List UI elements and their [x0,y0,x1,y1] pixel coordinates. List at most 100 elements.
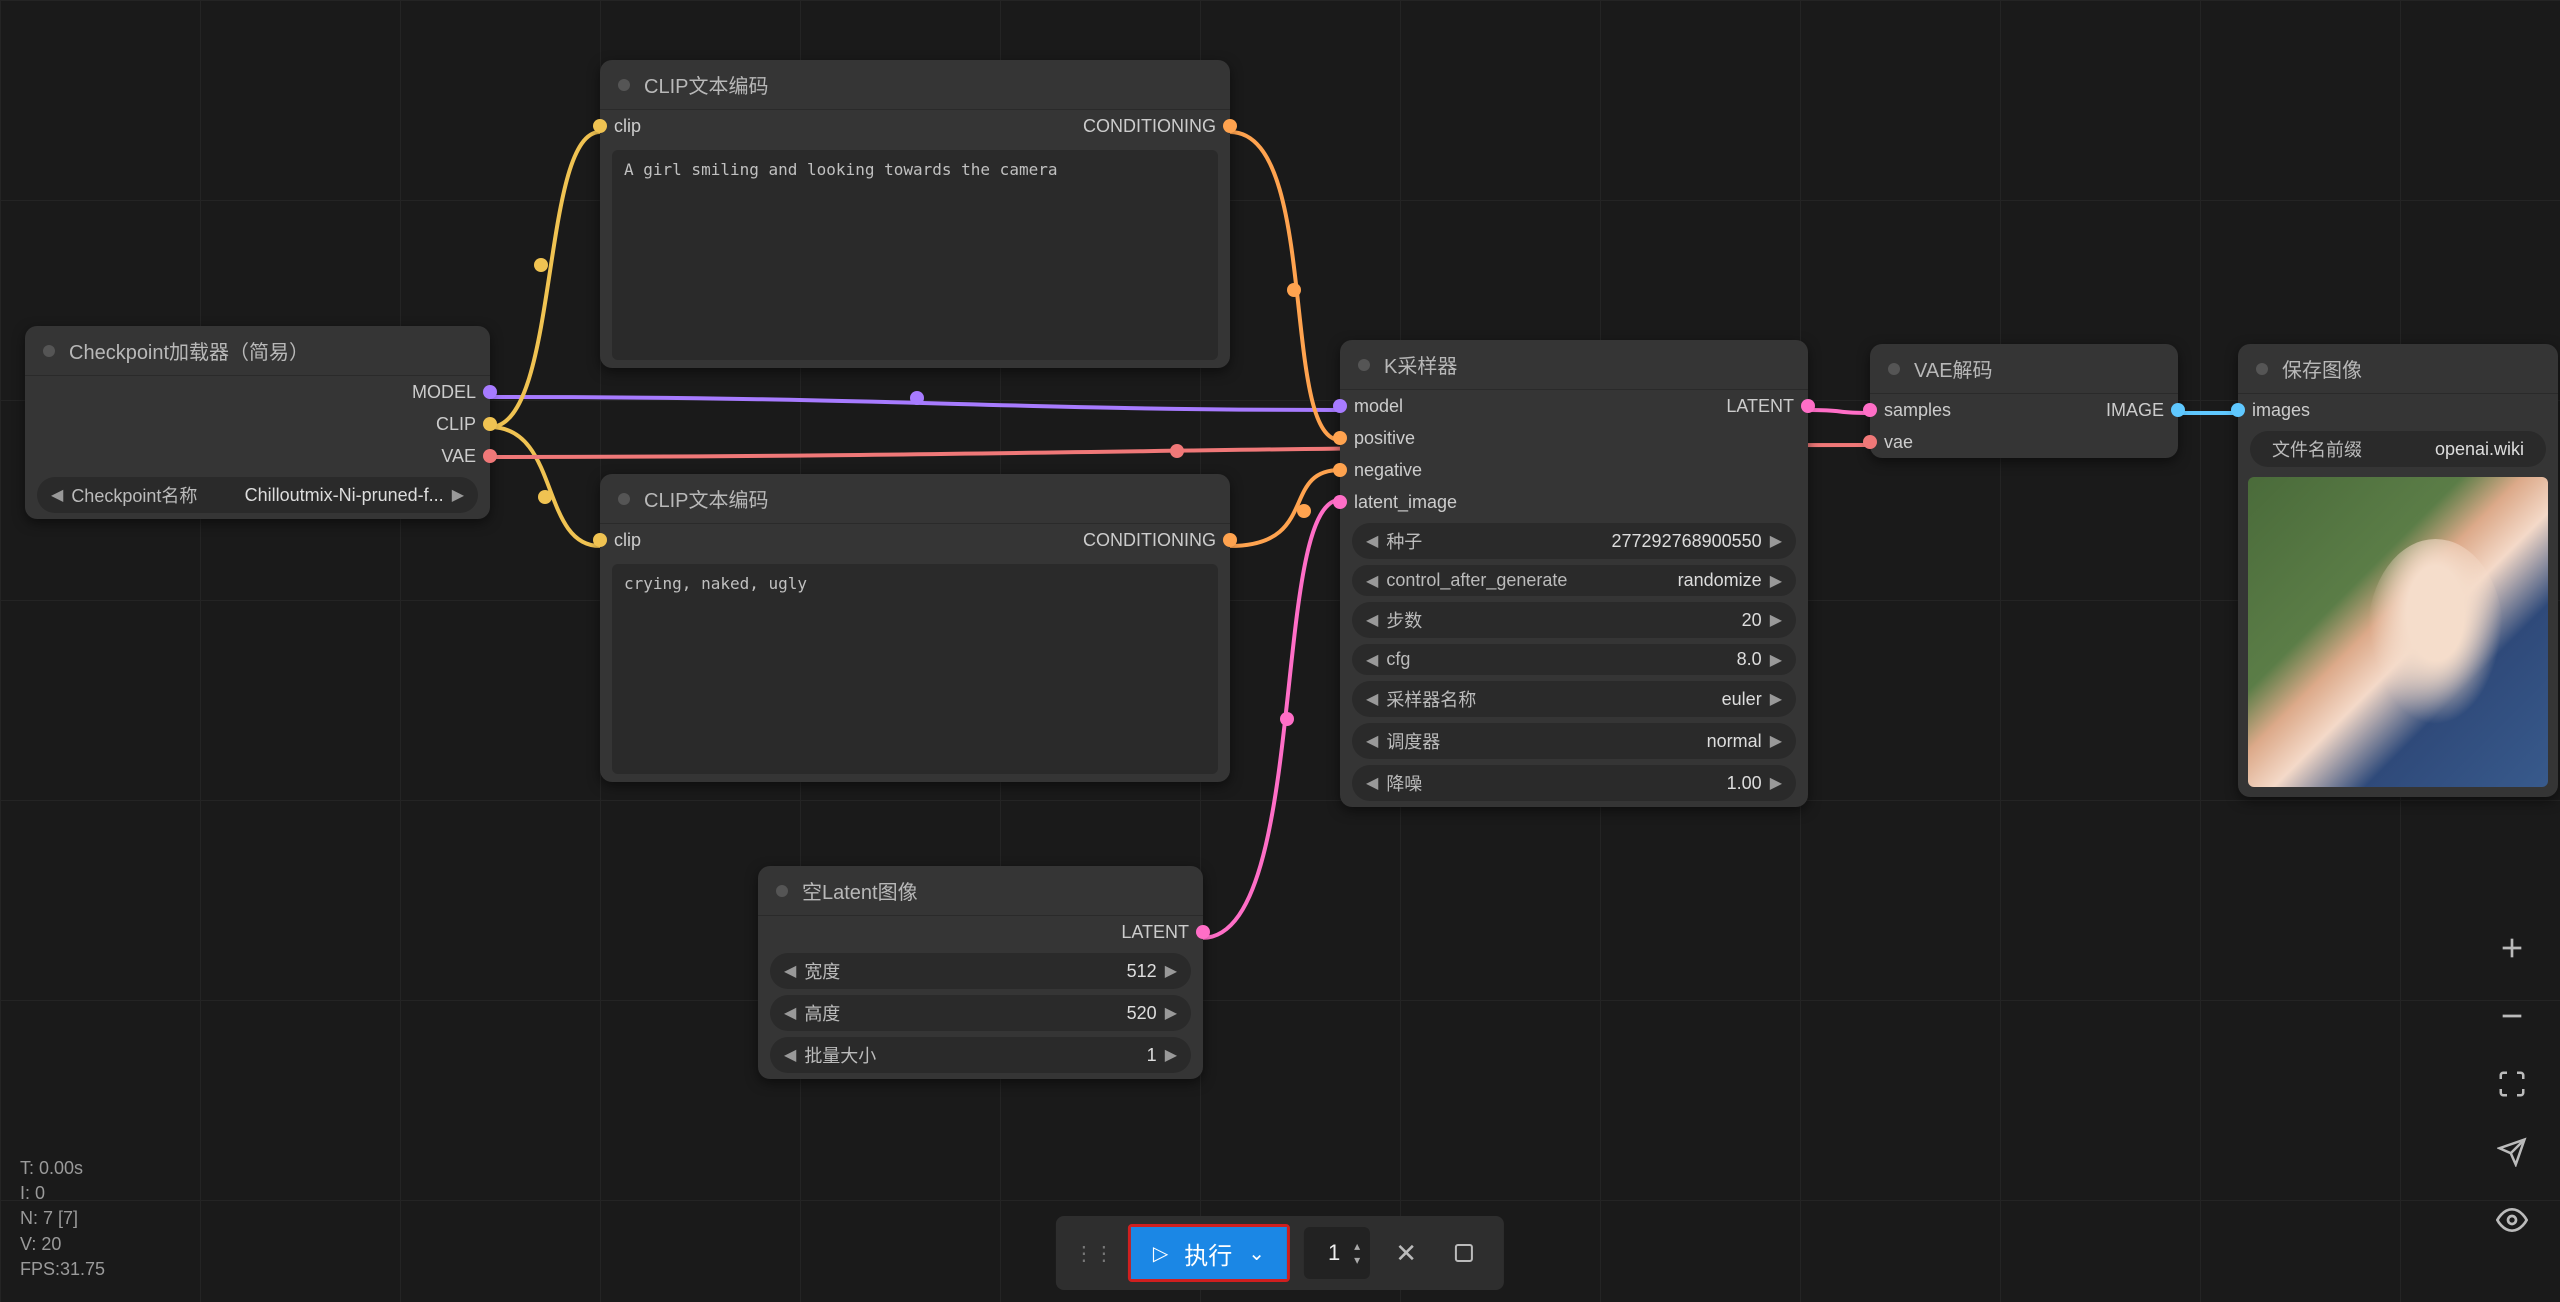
input-latent-image[interactable]: latent_image [1340,486,1808,518]
arrow-left-icon[interactable]: ◀ [1366,610,1378,630]
arrow-left-icon[interactable]: ◀ [51,485,63,505]
port-in-samples[interactable] [1863,403,1877,417]
widget-filename-prefix[interactable]: 文件名前缀 openai.wiki [2250,431,2546,467]
widget-value: 8.0 [1418,649,1761,670]
node-header[interactable]: 空Latent图像 [758,866,1203,916]
arrow-left-icon[interactable]: ◀ [1366,731,1378,751]
port-out-vae[interactable] [483,449,497,463]
toggle-visibility-button[interactable] [2490,1198,2534,1242]
port-out-latent[interactable] [1801,399,1815,413]
port-in-images[interactable] [2231,403,2245,417]
widget-checkpoint-name[interactable]: ◀ Checkpoint名称 Chilloutmix-Ni-pruned-f..… [37,477,478,513]
fit-view-button[interactable] [2490,1062,2534,1106]
arrow-right-icon[interactable]: ▶ [1770,610,1782,630]
drag-handle-icon[interactable]: ⋮⋮ [1074,1241,1114,1266]
node-header[interactable]: CLIP文本编码 [600,474,1230,524]
arrow-right-icon[interactable]: ▶ [1165,1045,1177,1065]
port-in-clip[interactable] [593,119,607,133]
port-out-image[interactable] [2171,403,2185,417]
arrow-right-icon[interactable]: ▶ [452,485,464,505]
node-canvas[interactable]: Checkpoint加载器（简易） MODEL CLIP VAE ◀ Check… [0,0,2560,1302]
input-vae[interactable]: vae [1870,426,2178,458]
node-save-image[interactable]: 保存图像 images 文件名前缀 openai.wiki [2238,344,2558,797]
arrow-left-icon[interactable]: ◀ [1366,773,1378,793]
decrement-icon[interactable]: ▾ [1354,1253,1360,1267]
input-images[interactable]: images [2238,394,2558,426]
widget-width[interactable]: ◀ 宽度 512 ▶ [770,953,1191,989]
arrow-left-icon[interactable]: ◀ [784,1003,796,1023]
cancel-button[interactable]: ✕ [1384,1231,1428,1275]
port-in-negative[interactable] [1333,463,1347,477]
port-out-model[interactable] [483,385,497,399]
arrow-left-icon[interactable]: ◀ [784,961,796,981]
prompt-textarea[interactable]: crying, naked, ugly [612,564,1218,774]
widget-seed[interactable]: ◀种子277292768900550▶ [1352,523,1796,559]
arrow-left-icon[interactable]: ◀ [1366,689,1378,709]
output-preview-image[interactable] [2248,477,2548,787]
widget-batch-size[interactable]: ◀ 批量大小 1 ▶ [770,1037,1191,1073]
chevron-down-icon[interactable]: ⌄ [1248,1241,1265,1266]
input-negative[interactable]: negative [1340,454,1808,486]
stop-button[interactable] [1442,1231,1486,1275]
port-in-latent-image[interactable] [1333,495,1347,509]
node-header[interactable]: Checkpoint加载器（简易） [25,326,490,376]
widget-label: Checkpoint名称 [71,482,197,508]
arrow-right-icon[interactable]: ▶ [1770,773,1782,793]
port-out-latent[interactable] [1196,925,1210,939]
arrow-right-icon[interactable]: ▶ [1165,961,1177,981]
run-button[interactable]: ▷ 执行 ⌄ [1131,1227,1287,1279]
arrow-right-icon[interactable]: ▶ [1770,571,1782,591]
stat-nodes: N: 7 [7] [20,1206,105,1231]
arrow-left-icon[interactable]: ◀ [1366,650,1378,670]
widget-height[interactable]: ◀ 高度 520 ▶ [770,995,1191,1031]
port-in-clip[interactable] [593,533,607,547]
locate-button[interactable] [2490,1130,2534,1174]
arrow-left-icon[interactable]: ◀ [1366,531,1378,551]
port-in-positive[interactable] [1333,431,1347,445]
widget-sampler-name[interactable]: ◀采样器名称euler▶ [1352,681,1796,717]
node-title: 保存图像 [2282,354,2362,383]
arrow-right-icon[interactable]: ▶ [1770,689,1782,709]
input-positive[interactable]: positive [1340,422,1808,454]
arrow-left-icon[interactable]: ◀ [784,1045,796,1065]
output-clip[interactable]: CLIP [25,408,490,440]
node-clip-text-encode-positive[interactable]: CLIP文本编码 clip CONDITIONING A girl smilin… [600,60,1230,368]
node-empty-latent-image[interactable]: 空Latent图像 LATENT ◀ 宽度 512 ▶ ◀ 高度 520 ▶ ◀… [758,866,1203,1079]
output-model[interactable]: MODEL [25,376,490,408]
arrow-left-icon[interactable]: ◀ [1366,571,1378,591]
port-out-clip[interactable] [483,417,497,431]
arrow-right-icon[interactable]: ▶ [1770,531,1782,551]
node-checkpoint-loader[interactable]: Checkpoint加载器（简易） MODEL CLIP VAE ◀ Check… [25,326,490,519]
node-header[interactable]: K采样器 [1340,340,1808,390]
arrow-right-icon[interactable]: ▶ [1165,1003,1177,1023]
port-out-conditioning[interactable] [1223,119,1237,133]
input-label: vae [1884,432,1913,453]
widget-steps[interactable]: ◀步数20▶ [1352,602,1796,638]
node-ksampler[interactable]: K采样器 model LATENT positive negative late… [1340,340,1808,807]
output-latent[interactable]: LATENT [758,916,1203,948]
node-title: 空Latent图像 [802,876,918,905]
arrow-right-icon[interactable]: ▶ [1770,731,1782,751]
io-row: model LATENT [1340,390,1808,422]
port-out-conditioning[interactable] [1223,533,1237,547]
node-clip-text-encode-negative[interactable]: CLIP文本编码 clip CONDITIONING crying, naked… [600,474,1230,782]
output-vae[interactable]: VAE [25,440,490,472]
batch-count-stepper[interactable]: 1 ▴▾ [1304,1227,1370,1279]
node-header[interactable]: CLIP文本编码 [600,60,1230,110]
node-vae-decode[interactable]: VAE解码 samples IMAGE vae [1870,344,2178,458]
port-in-model[interactable] [1333,399,1347,413]
widget-label: 文件名前缀 [2272,436,2362,462]
widget-cfg[interactable]: ◀cfg8.0▶ [1352,644,1796,675]
widget-scheduler[interactable]: ◀调度器normal▶ [1352,723,1796,759]
widget-control-after-generate[interactable]: ◀control_after_generaterandomize▶ [1352,565,1796,596]
node-header[interactable]: 保存图像 [2238,344,2558,394]
zoom-in-button[interactable] [2490,926,2534,970]
increment-icon[interactable]: ▴ [1354,1239,1360,1253]
arrow-right-icon[interactable]: ▶ [1770,650,1782,670]
zoom-out-button[interactable] [2490,994,2534,1038]
port-in-vae[interactable] [1863,435,1877,449]
widget-value: randomize [1575,570,1761,591]
prompt-textarea[interactable]: A girl smiling and looking towards the c… [612,150,1218,360]
widget-denoise[interactable]: ◀降噪1.00▶ [1352,765,1796,801]
node-header[interactable]: VAE解码 [1870,344,2178,394]
